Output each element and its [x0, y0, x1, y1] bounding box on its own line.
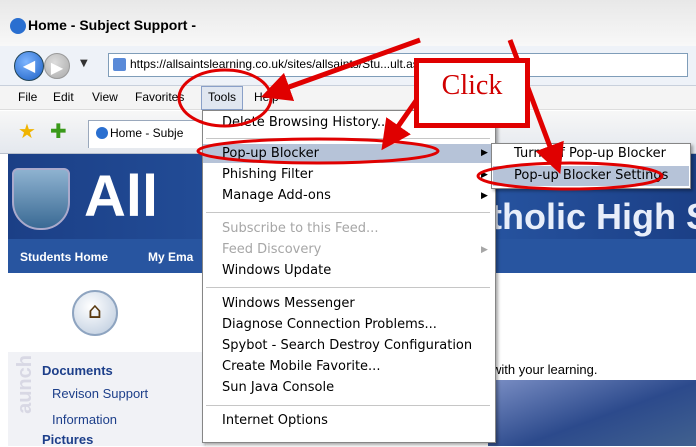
arrow-to-tools [260, 37, 421, 102]
settings-circle [476, 161, 664, 191]
click-callout-text: Click [441, 70, 503, 101]
annotation-overlay [177, 37, 664, 191]
tools-circle [177, 68, 273, 128]
popup-blocker-circle [196, 137, 440, 165]
